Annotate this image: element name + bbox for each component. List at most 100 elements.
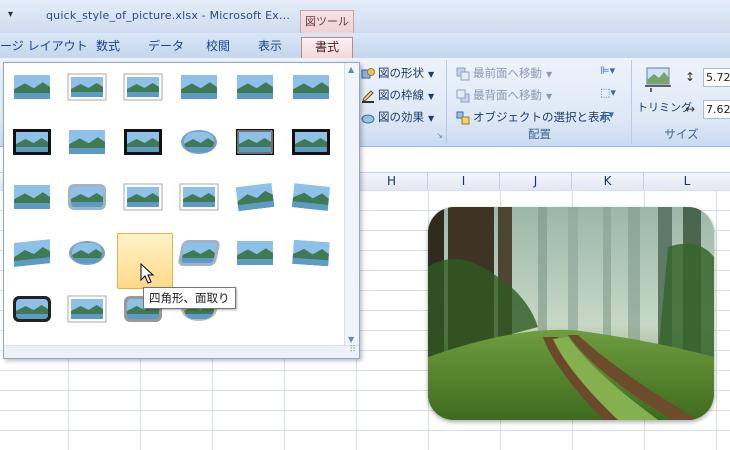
size-group: トリミング ↕ 5.72 ↔ 7.62 サイズ <box>633 60 730 144</box>
gallery-style-item[interactable] <box>179 128 219 156</box>
scroll-up-icon[interactable]: ▲ <box>348 65 354 74</box>
tab-view[interactable]: 表示 <box>258 37 282 58</box>
effects-icon <box>361 114 375 123</box>
picture-style-thumbnail-icon <box>292 129 330 155</box>
column-header[interactable]: J <box>500 173 572 190</box>
crop-button[interactable]: トリミング <box>637 98 692 118</box>
gallery-style-item[interactable] <box>291 239 331 267</box>
gallery-style-item[interactable] <box>123 73 163 101</box>
send-back-icon <box>456 89 470 102</box>
picture-style-thumbnail-icon <box>236 129 274 155</box>
dialog-launcher-icon[interactable]: ↘ <box>436 131 443 140</box>
tab-format[interactable]: 書式 <box>301 37 353 59</box>
picture-style-thumbnail-icon <box>14 239 50 267</box>
picture-style-thumbnail-icon <box>69 241 105 265</box>
gallery-style-item[interactable] <box>67 183 107 211</box>
tab-data[interactable]: データ <box>148 37 184 58</box>
picture-styles-group: 図の形状 ▼ 図の枠線 ▼ 図の効果 ▼ ↘ <box>355 60 447 144</box>
arrange-group-label: 配置 <box>528 127 551 141</box>
gallery-resize-bar[interactable]: ⠿ <box>4 345 359 358</box>
height-input[interactable]: 5.72 <box>703 68 730 87</box>
picture-style-thumbnail-icon <box>293 75 329 99</box>
group-icon[interactable]: ⬚▾ <box>600 86 616 99</box>
width-icon: ↔ <box>685 102 696 116</box>
column-header[interactable]: L <box>644 173 730 190</box>
gallery-style-item[interactable] <box>235 73 275 101</box>
picture-style-thumbnail-icon <box>124 129 162 155</box>
picture-shape-button[interactable]: 図の形状 ▼ <box>361 63 434 83</box>
chevron-down-icon: ▼ <box>428 92 435 101</box>
tab-formulas[interactable]: 数式 <box>96 37 120 58</box>
column-header[interactable]: H <box>356 173 428 190</box>
picture-border-button[interactable]: 図の枠線 ▼ <box>361 85 434 105</box>
pencil-icon <box>362 89 374 103</box>
send-to-back-label: 最背面へ移動 <box>473 88 542 102</box>
gallery-style-item[interactable] <box>67 128 107 156</box>
picture-style-gallery: ▲ ▼ ⠿ <box>3 62 360 359</box>
column-header[interactable]: I <box>428 173 500 190</box>
gallery-style-item[interactable] <box>123 183 163 211</box>
align-icon[interactable]: ⊫▾ <box>600 64 615 77</box>
bring-to-front-label: 最前面へ移動 <box>473 66 542 80</box>
column-header[interactable]: K <box>572 173 644 190</box>
gallery-style-item[interactable] <box>12 295 52 323</box>
picture-style-thumbnail-icon <box>179 183 219 211</box>
resize-grip-icon[interactable]: ⠿ <box>349 345 356 355</box>
chevron-down-icon: ▼ <box>546 70 553 79</box>
picture-style-thumbnail-icon <box>291 183 331 211</box>
chevron-down-icon: ▼ <box>546 92 553 101</box>
gallery-style-item[interactable] <box>12 239 52 267</box>
gallery-style-item[interactable] <box>12 183 52 211</box>
chevron-down-icon: ▼ <box>428 70 435 79</box>
gallery-style-item[interactable] <box>12 128 52 156</box>
rotate-icon[interactable]: ◭▾ <box>600 108 614 121</box>
gallery-style-item[interactable] <box>235 128 275 156</box>
picture-style-thumbnail-icon <box>68 184 106 210</box>
gallery-style-item[interactable] <box>179 73 219 101</box>
tab-page-layout[interactable]: ージ レイアウト <box>0 37 88 58</box>
picture-shape-label: 図の形状 <box>378 66 424 80</box>
bring-front-icon <box>456 67 470 80</box>
title-bar: ▾ quick_style_of_picture.xlsx - Microsof… <box>0 0 730 35</box>
quick-access-dropdown-icon[interactable]: ▾ <box>8 9 13 20</box>
gallery-style-item[interactable] <box>12 73 52 101</box>
gallery-style-item[interactable] <box>178 239 220 267</box>
gallery-style-item[interactable] <box>291 128 331 156</box>
picture-effects-label: 図の効果 <box>378 110 424 124</box>
picture-style-thumbnail-icon <box>237 75 273 99</box>
picture-style-thumbnail-icon <box>67 73 107 101</box>
context-tab-group-picture-tools: 図ツール <box>300 10 354 35</box>
selection-pane-icon <box>456 111 470 124</box>
scroll-down-icon[interactable]: ▼ <box>348 335 354 344</box>
picture-effects-button[interactable]: 図の効果 ▼ <box>361 107 434 127</box>
mouse-pointer-icon <box>140 263 155 284</box>
chevron-down-icon: ▼ <box>428 114 435 123</box>
picture-style-thumbnail-icon <box>235 182 275 212</box>
gallery-style-item[interactable] <box>67 73 107 101</box>
gallery-scrollbar[interactable]: ▲ ▼ <box>344 63 359 346</box>
gallery-style-item[interactable] <box>235 239 275 267</box>
tab-review[interactable]: 校閲 <box>206 37 230 58</box>
gallery-style-item[interactable] <box>179 183 219 211</box>
selection-pane-button[interactable]: オブジェクトの選択と表示 <box>456 107 611 127</box>
gallery-style-item[interactable] <box>291 183 331 211</box>
bring-to-front-button[interactable]: 最前面へ移動 ▼ <box>456 63 552 83</box>
size-group-label: サイズ <box>664 127 699 141</box>
gallery-style-item[interactable] <box>123 128 163 156</box>
picture-style-thumbnail-icon <box>14 185 50 209</box>
gallery-tooltip: 四角形、面取り <box>143 287 236 309</box>
picture-style-thumbnail-icon <box>292 239 330 267</box>
width-input[interactable]: 7.62 <box>703 100 730 119</box>
crop-icon <box>645 67 671 92</box>
gallery-style-item[interactable] <box>291 73 331 101</box>
picture-style-thumbnail-icon <box>67 295 107 323</box>
gallery-style-item[interactable] <box>235 182 275 212</box>
picture-style-thumbnail-icon <box>123 183 163 211</box>
forest-picture[interactable] <box>428 207 714 420</box>
height-icon: ↕ <box>685 70 696 84</box>
selection-pane-label: オブジェクトの選択と表示 <box>473 110 611 124</box>
forest-image <box>428 207 714 420</box>
gallery-style-item[interactable] <box>67 295 107 323</box>
gallery-style-item[interactable] <box>67 239 107 267</box>
send-to-back-button[interactable]: 最背面へ移動 ▼ <box>456 85 552 105</box>
